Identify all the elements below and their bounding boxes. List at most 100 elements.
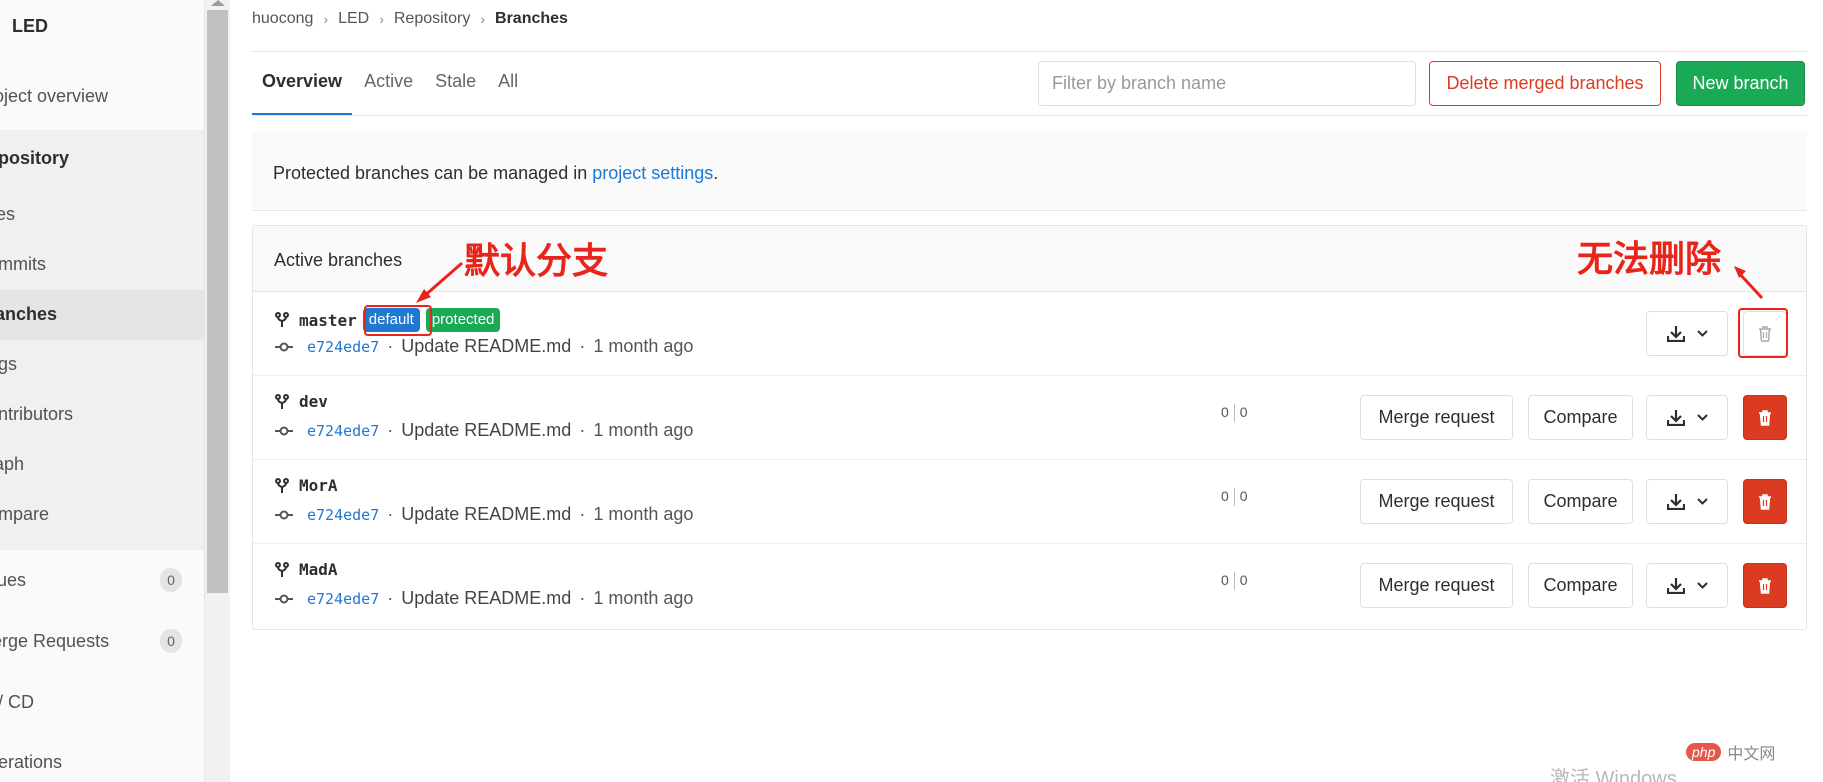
compare-button[interactable]: Compare xyxy=(1528,563,1633,608)
trash-icon xyxy=(1759,577,1771,594)
sidebar-item-branches[interactable]: ranches xyxy=(0,304,57,325)
delete-branch-button[interactable] xyxy=(1743,563,1787,608)
branch-name[interactable]: MadA xyxy=(299,560,338,579)
chevron-right-icon: › xyxy=(480,11,486,27)
delete-merged-branches-button[interactable]: Delete merged branches xyxy=(1429,61,1661,106)
chevron-down-icon xyxy=(1696,498,1708,505)
sidebar-item-graph[interactable]: raph xyxy=(0,454,24,475)
delete-branch-button[interactable] xyxy=(1743,395,1787,440)
project-settings-link[interactable]: project settings xyxy=(592,163,713,183)
chevron-right-icon: › xyxy=(323,11,329,27)
tab-active[interactable]: Active xyxy=(354,52,423,116)
commit-time: 1 month ago xyxy=(593,420,694,440)
chevron-right-icon: › xyxy=(379,11,384,27)
breadcrumb-branches[interactable]: Branches xyxy=(495,10,568,28)
commits-ahead: 0 xyxy=(1239,488,1248,504)
active-branches-panel: Active branches master default protected… xyxy=(252,225,1807,630)
commit-icon xyxy=(275,594,293,603)
tab-all[interactable]: All xyxy=(488,52,528,116)
php-watermark: php 中文网 xyxy=(1686,740,1775,764)
php-logo: php xyxy=(1686,743,1722,761)
windows-activation-watermark: 激活 Windows xyxy=(1550,768,1677,782)
sidebar-item-issues[interactable]: sues xyxy=(0,570,26,591)
sidebar-item-merge-requests[interactable]: lerge Requests xyxy=(0,631,109,652)
info-text: Protected branches can be managed in xyxy=(273,163,593,183)
breadcrumb-project[interactable]: LED xyxy=(338,10,369,28)
separator-dot: · xyxy=(579,420,586,440)
arrow-annotation-icon xyxy=(416,261,463,303)
divergence-graph[interactable]: 00 xyxy=(1221,404,1248,422)
breadcrumb-repository[interactable]: Repository xyxy=(394,10,470,28)
sidebar-item-ci-cd[interactable]: I / CD xyxy=(0,692,34,713)
separator-dot: · xyxy=(579,336,586,356)
download-dropdown-button[interactable] xyxy=(1646,563,1728,608)
merge-request-button[interactable]: Merge request xyxy=(1360,479,1513,524)
commit-sha-link[interactable]: e724ede7 xyxy=(307,590,379,608)
merge-request-button[interactable]: Merge request xyxy=(1360,563,1513,608)
divergence-graph[interactable]: 00 xyxy=(1221,488,1248,506)
branch-name[interactable]: master xyxy=(299,311,357,330)
delete-branch-button[interactable] xyxy=(1743,479,1787,524)
chevron-down-icon xyxy=(1696,582,1708,589)
breadcrumb: huocong › LED › Repository › Branches xyxy=(252,10,568,28)
sidebar-item-files[interactable]: iles xyxy=(0,204,15,225)
commits-ahead: 0 xyxy=(1239,404,1248,420)
sidebar-item-compare[interactable]: ompare xyxy=(0,504,49,525)
download-icon xyxy=(1666,410,1685,426)
commits-ahead: 0 xyxy=(1239,572,1248,588)
commit-sha-link[interactable]: e724ede7 xyxy=(307,338,379,356)
scroll-up-arrow-icon[interactable] xyxy=(211,0,225,6)
commit-time: 1 month ago xyxy=(593,504,694,524)
sidebar-item-contributors[interactable]: ontributors xyxy=(0,404,73,425)
separator-dot: · xyxy=(387,420,394,440)
divergence-graph[interactable]: 00 xyxy=(1221,572,1248,590)
commit-sha-link[interactable]: e724ede7 xyxy=(307,506,379,524)
branch-icon xyxy=(275,393,289,409)
divider xyxy=(252,115,1807,116)
commit-message[interactable]: Update README.md xyxy=(401,420,571,441)
branch-icon xyxy=(275,561,289,577)
compare-button[interactable]: Compare xyxy=(1528,479,1633,524)
commit-time: 1 month ago xyxy=(593,588,694,608)
compare-button[interactable]: Compare xyxy=(1528,395,1633,440)
separator-dot: · xyxy=(387,588,394,608)
commit-message[interactable]: Update README.md xyxy=(401,588,571,609)
commit-time: 1 month ago xyxy=(593,336,694,356)
download-dropdown-button[interactable] xyxy=(1646,479,1728,524)
sidebar-item-repository[interactable]: epository xyxy=(0,148,69,169)
new-branch-button[interactable]: New branch xyxy=(1676,61,1805,106)
branch-name[interactable]: MorA xyxy=(299,476,338,495)
merge-request-button[interactable]: Merge request xyxy=(1360,395,1513,440)
sidebar-item-tags[interactable]: ags xyxy=(0,354,17,375)
breadcrumb-owner[interactable]: huocong xyxy=(252,10,313,28)
download-dropdown-button[interactable] xyxy=(1646,311,1728,356)
commits-behind: 0 xyxy=(1221,572,1229,588)
commit-message[interactable]: Update README.md xyxy=(401,504,571,525)
tab-stale[interactable]: Stale xyxy=(425,52,486,116)
chevron-down-icon xyxy=(1696,414,1708,421)
sidebar-item-operations[interactable]: perations xyxy=(0,752,62,773)
branch-row-master: master default protected e724ede7 · Upda… xyxy=(253,292,1806,376)
commit-sha-link[interactable]: e724ede7 xyxy=(307,422,379,440)
branch-tabs: Overview Active Stale All xyxy=(252,52,530,116)
sidebar-scrollbar-thumb[interactable] xyxy=(207,10,228,593)
sidebar-item-project-overview[interactable]: roject overview xyxy=(0,86,108,107)
separator-dot: · xyxy=(387,336,394,356)
tab-overview[interactable]: Overview xyxy=(252,52,353,116)
download-dropdown-button[interactable] xyxy=(1646,395,1728,440)
commits-behind: 0 xyxy=(1221,404,1229,420)
commit-icon xyxy=(275,510,293,519)
branch-name[interactable]: dev xyxy=(299,392,328,411)
commits-behind: 0 xyxy=(1221,488,1229,504)
sidebar-item-commits[interactable]: ommits xyxy=(0,254,46,275)
project-title[interactable]: LED xyxy=(12,16,48,37)
branch-icon xyxy=(275,312,289,327)
sidebar: LED roject overview epository iles ommit… xyxy=(0,0,205,782)
separator-dot: · xyxy=(387,504,394,524)
commit-message[interactable]: Update README.md xyxy=(401,336,571,357)
branch-filter-input[interactable] xyxy=(1038,61,1416,106)
issues-count-badge: 0 xyxy=(160,568,182,592)
protected-branches-info: Protected branches can be managed in pro… xyxy=(252,131,1807,211)
arrow-annotation-icon xyxy=(1734,266,1764,300)
trash-icon xyxy=(1759,493,1771,510)
